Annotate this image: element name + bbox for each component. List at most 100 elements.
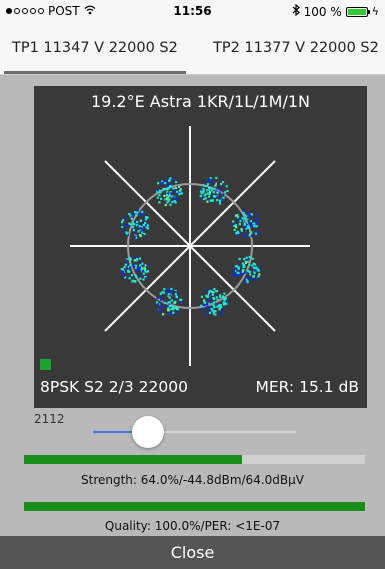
constellation-point	[216, 305, 219, 308]
constellation-point	[171, 201, 174, 204]
constellation-point	[170, 195, 173, 198]
constellation-point	[236, 230, 239, 233]
constellation-point	[233, 228, 236, 231]
constellation-point	[139, 219, 142, 222]
constellation-point	[255, 222, 258, 225]
close-button[interactable]: Close	[0, 536, 385, 569]
status-right: 100 % ϟ	[292, 3, 379, 19]
constellation-point	[172, 178, 176, 181]
constellation-point	[255, 278, 258, 281]
constellation-point	[141, 231, 144, 234]
constellation-point	[224, 191, 227, 194]
constellation-point	[172, 187, 175, 190]
slider-track[interactable]	[93, 431, 296, 433]
constellation-point	[220, 312, 223, 315]
constellation-point	[235, 214, 238, 217]
constellation-point	[129, 258, 132, 261]
constellation-point	[216, 298, 219, 301]
constellation-point	[126, 232, 129, 235]
constellation-point	[134, 232, 137, 235]
constellation-point	[141, 262, 144, 265]
constellation-point	[242, 266, 245, 269]
constellation-point	[240, 229, 243, 232]
constellation-point	[258, 266, 261, 269]
constellation-point	[215, 290, 218, 293]
constellation-point	[145, 277, 148, 280]
slider-thumb[interactable]	[131, 416, 164, 448]
constellation-point	[139, 277, 142, 280]
constellation-point	[253, 263, 257, 266]
constellation-point	[203, 299, 206, 302]
constellation-point	[142, 278, 145, 281]
constellation-point	[232, 220, 235, 223]
slider-value: 2112	[34, 412, 65, 426]
constellation-point	[243, 214, 246, 217]
constellation-point	[170, 287, 173, 291]
constellation-point	[205, 294, 208, 297]
constellation-point	[256, 230, 259, 233]
constellation-point	[244, 219, 247, 222]
constellation-point	[206, 200, 209, 203]
constellation-point	[146, 263, 149, 266]
constellation-point	[219, 303, 222, 307]
constellation-point	[203, 198, 206, 201]
constellation-point	[203, 301, 206, 304]
constellation-point	[209, 294, 212, 297]
constellation-point	[138, 227, 141, 230]
constellation-point	[161, 182, 164, 185]
constellation-point	[125, 259, 128, 262]
constellation-point	[132, 229, 135, 232]
constellation-point	[159, 292, 162, 295]
constellation-point	[202, 184, 205, 187]
transponder-tabs: TP1 11347 V 22000 S2 TP2 11377 V 22000 S…	[0, 22, 385, 75]
constellation-point	[175, 310, 178, 313]
constellation-point	[167, 309, 170, 312]
constellation-point	[209, 199, 212, 202]
constellation-point	[123, 265, 126, 269]
constellation-point	[162, 291, 166, 294]
constellation-point	[232, 269, 235, 272]
constellation-point	[248, 212, 251, 215]
constellation-point	[220, 183, 223, 186]
constellation-point	[155, 301, 159, 304]
constellation-point	[242, 235, 245, 238]
constellation-point	[165, 193, 168, 197]
constellation-point	[246, 276, 249, 279]
strength-label: Strength: 64.0%/-44.8dBm/64.0dBµV	[81, 473, 304, 487]
constellation-point	[157, 303, 160, 306]
constellation-point	[253, 266, 256, 269]
constellation-point	[129, 260, 132, 263]
constellation-point	[243, 258, 246, 261]
constellation-point	[170, 307, 173, 310]
constellation-point	[164, 203, 167, 207]
constellation-point	[136, 221, 139, 224]
constellation-point	[244, 271, 247, 274]
constellation-point	[255, 225, 258, 228]
constellation-point	[121, 272, 124, 275]
constellation-point	[133, 236, 136, 239]
constellation-point	[252, 220, 255, 223]
constellation-point	[147, 227, 150, 230]
constellation-point	[211, 293, 214, 296]
constellation-point	[238, 263, 241, 266]
constellation-point	[136, 209, 139, 212]
constellation-point	[208, 187, 211, 190]
constellation-point	[208, 178, 211, 181]
constellation-point	[212, 291, 215, 294]
constellation-point	[258, 273, 261, 276]
tab-tp2[interactable]: TP2 11377 V 22000 S2	[205, 22, 385, 74]
constellation-point	[164, 182, 167, 185]
tab-tp1[interactable]: TP1 11347 V 22000 S2	[4, 22, 186, 74]
constellation-point	[215, 296, 218, 299]
satellite-title: 19.2°E Astra 1KR/1L/1M/1N	[90, 92, 311, 111]
constellation-point	[210, 307, 213, 311]
constellation-point	[251, 257, 254, 260]
constellation-point	[134, 280, 137, 283]
bluetooth-icon	[292, 3, 300, 19]
constellation-point	[241, 217, 244, 220]
constellation-point	[133, 265, 136, 269]
constellation-point	[242, 212, 245, 215]
constellation-point	[222, 295, 225, 298]
constellation-point	[157, 182, 160, 185]
constellation-point	[221, 310, 224, 313]
